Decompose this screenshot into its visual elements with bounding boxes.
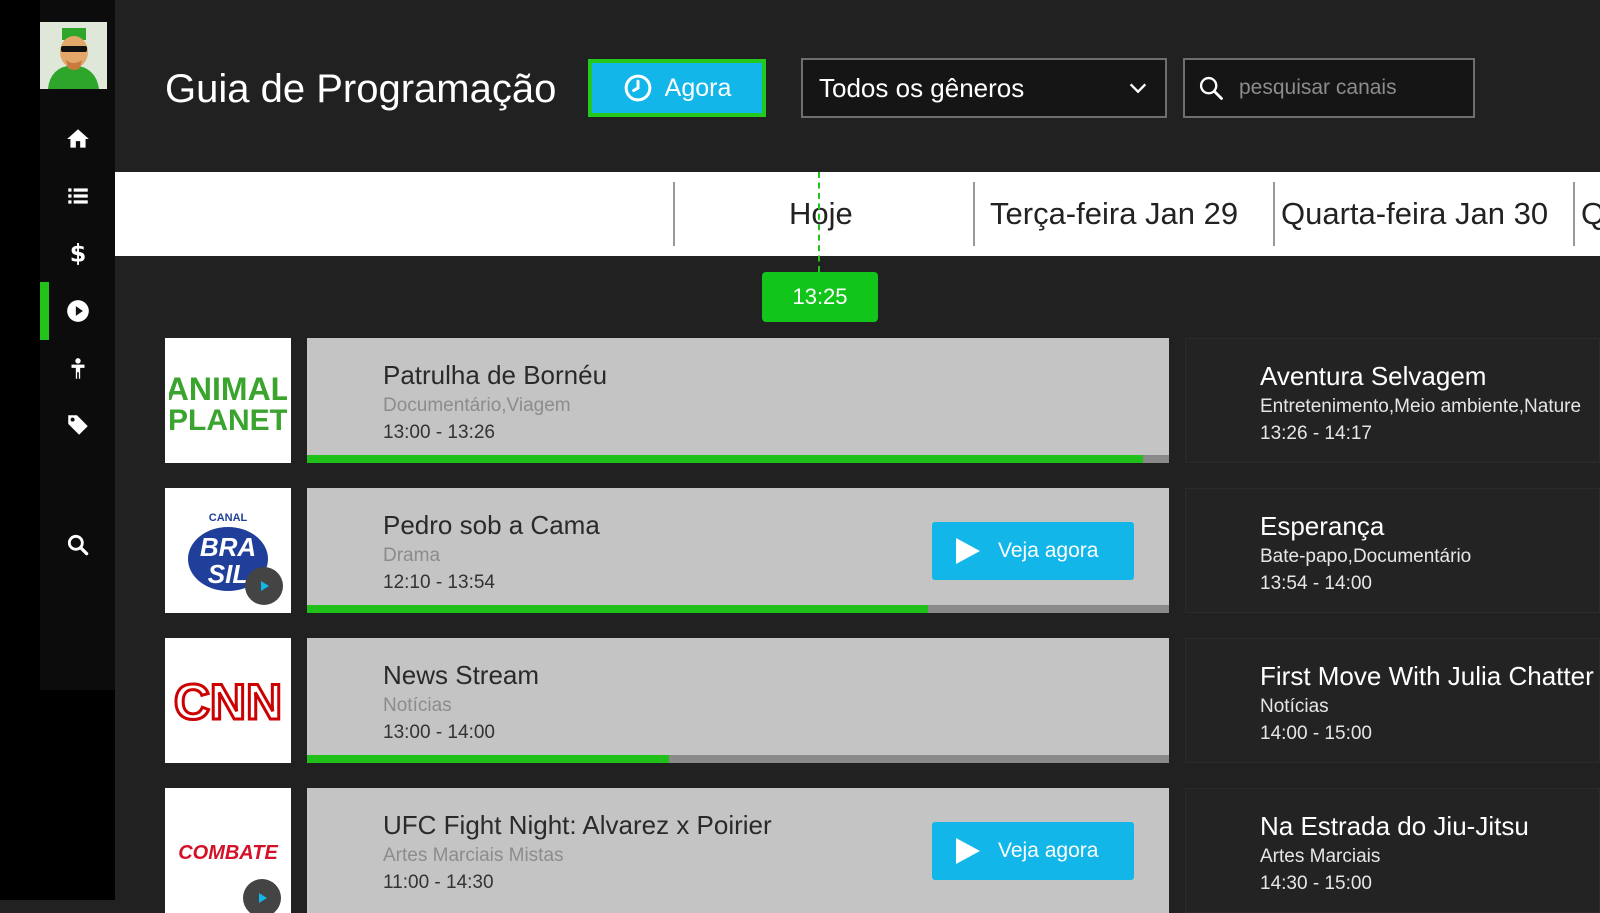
channel-logo-animal-planet[interactable]: ANIMAL PLANET [165, 338, 291, 463]
program-progress [307, 755, 1169, 763]
program-genre: Artes Marciais [1260, 846, 1381, 867]
search-input[interactable] [1237, 75, 1461, 101]
program-genre: Bate-papo,Documentário [1260, 546, 1472, 567]
sidebar: $ [0, 0, 115, 900]
watch-now-label: Veja agora [998, 839, 1099, 862]
program-title: UFC Fight Night: Alvarez x Poirier [383, 810, 772, 840]
program-time: 13:54 - 14:00 [1260, 573, 1372, 594]
watch-now-label: Veja agora [998, 539, 1099, 562]
next-program[interactable]: Esperança Bate-papo,Documentário 13:54 -… [1185, 488, 1600, 613]
genre-select-value: Todos os gêneros [819, 72, 1025, 103]
sidebar-item-offers[interactable] [40, 396, 115, 454]
next-program[interactable]: First Move With Julia Chatter Notícias 1… [1185, 638, 1600, 763]
program-progress [307, 605, 1169, 613]
play-icon [956, 838, 980, 864]
date-today[interactable]: Hoje [789, 196, 853, 232]
dollar-icon: $ [69, 240, 86, 266]
program-title: Patrulha de Bornéu [383, 360, 608, 390]
program-genre: Documentário,Viagem [383, 395, 571, 416]
now-button[interactable]: Agora [588, 59, 766, 117]
home-icon [66, 129, 89, 148]
current-time-line [818, 172, 820, 272]
clock-icon [624, 74, 652, 102]
watch-now-button[interactable]: Veja agora [932, 522, 1134, 580]
program-title: Pedro sob a Cama [383, 510, 600, 540]
program-time: 11:00 - 14:30 [383, 872, 494, 893]
play-badge-icon [243, 879, 281, 913]
logo-text-small: CANAL [209, 512, 248, 524]
program-progress-fill [307, 755, 670, 763]
page-title: Guia de Programação [165, 67, 557, 111]
program-genre: Artes Marciais Mistas [383, 845, 564, 866]
date-wednesday[interactable]: Quarta-feira Jan 30 [1281, 196, 1548, 232]
sidebar-item-list[interactable] [40, 167, 115, 225]
current-program[interactable]: Pedro sob a Cama Drama 12:10 - 13:54 Vej… [307, 488, 1169, 613]
sidebar-item-profile[interactable] [40, 340, 115, 398]
avatar[interactable] [40, 22, 107, 89]
date-strip: Hoje Terça-feira Jan 29 Quarta-feira Jan… [115, 172, 1600, 256]
channel-row: CNN News Stream Notícias 13:00 - 14:00 F… [165, 638, 1600, 763]
channel-logo-cnn[interactable]: CNN [165, 638, 291, 763]
channel-row: CANAL BRA SIL Pedro sob a Cama Drama 12:… [165, 488, 1600, 613]
now-button-label: Agora [664, 73, 732, 102]
program-title: First Move With Julia Chatter [1260, 661, 1594, 691]
program-genre: Entretenimento,Meio ambiente,Nature [1260, 396, 1582, 417]
genre-select[interactable]: Todos os gêneros [801, 58, 1167, 118]
date-divider [1273, 182, 1275, 246]
sidebar-item-home[interactable] [40, 110, 115, 168]
program-title: News Stream [383, 660, 540, 690]
program-title: Aventura Selvagem [1260, 361, 1487, 391]
program-progress-fill [307, 455, 1144, 463]
date-divider [1573, 182, 1575, 246]
program-genre: Notícias [1260, 696, 1329, 717]
logo-text: COMBATE [178, 842, 278, 864]
program-progress-fill [307, 605, 928, 613]
chevron-down-icon [1129, 83, 1147, 94]
logo-text: CNN [174, 674, 282, 730]
play-badge-icon [245, 567, 283, 605]
play-icon [956, 538, 980, 564]
channel-search[interactable] [1183, 58, 1475, 118]
channel-row: ANIMAL PLANET Patrulha de Bornéu Documen… [165, 338, 1600, 463]
program-title: Esperança [1260, 511, 1385, 541]
program-genre: Notícias [383, 695, 452, 716]
program-time: 14:00 - 15:00 [1260, 723, 1372, 744]
next-program[interactable]: Na Estrada do Jiu-Jitsu Artes Marciais 1… [1185, 788, 1600, 913]
sidebar-item-purchases[interactable]: $ [40, 224, 115, 282]
current-time-badge: 13:25 [762, 272, 878, 322]
watch-now-button[interactable]: Veja agora [932, 822, 1134, 880]
search-icon [1199, 76, 1223, 100]
program-time: 13:00 - 14:00 [383, 722, 495, 743]
logo-text-top: BRA [200, 532, 256, 562]
channel-logo-combate[interactable]: COMBATE [165, 788, 291, 913]
program-progress [307, 455, 1169, 463]
channel-row: COMBATE UFC Fight Night: Alvarez x Poiri… [165, 788, 1600, 913]
date-divider [973, 182, 975, 246]
person-icon [71, 358, 84, 379]
program-time: 13:00 - 13:26 [383, 422, 495, 443]
program-title: Na Estrada do Jiu-Jitsu [1260, 811, 1529, 841]
date-divider [673, 182, 675, 246]
program-genre: Drama [383, 545, 441, 566]
logo-text-bottom: SIL [208, 559, 248, 589]
current-program[interactable]: Patrulha de Bornéu Documentário,Viagem 1… [307, 338, 1169, 463]
date-next[interactable]: Q [1581, 196, 1600, 232]
svg-text:$: $ [69, 240, 86, 266]
tag-icon [67, 415, 88, 435]
sidebar-item-guide[interactable] [40, 282, 115, 340]
current-program[interactable]: News Stream Notícias 13:00 - 14:00 [307, 638, 1169, 763]
svg-text:ANIMAL: ANIMAL [169, 371, 287, 407]
search-icon [67, 534, 88, 556]
program-time: 12:10 - 13:54 [383, 572, 495, 593]
current-program[interactable]: UFC Fight Night: Alvarez x Poirier Artes… [307, 788, 1169, 913]
channel-logo-canal-brasil[interactable]: CANAL BRA SIL [165, 488, 291, 613]
date-tuesday[interactable]: Terça-feira Jan 29 [990, 196, 1238, 232]
svg-text:PLANET: PLANET [169, 404, 287, 436]
play-circle-icon [66, 300, 89, 322]
next-program[interactable]: Aventura Selvagem Entretenimento,Meio am… [1185, 338, 1600, 463]
program-time: 14:30 - 15:00 [1260, 873, 1372, 894]
program-time: 13:26 - 14:17 [1260, 423, 1372, 444]
sidebar-item-search[interactable] [40, 516, 115, 574]
list-icon [67, 188, 88, 204]
